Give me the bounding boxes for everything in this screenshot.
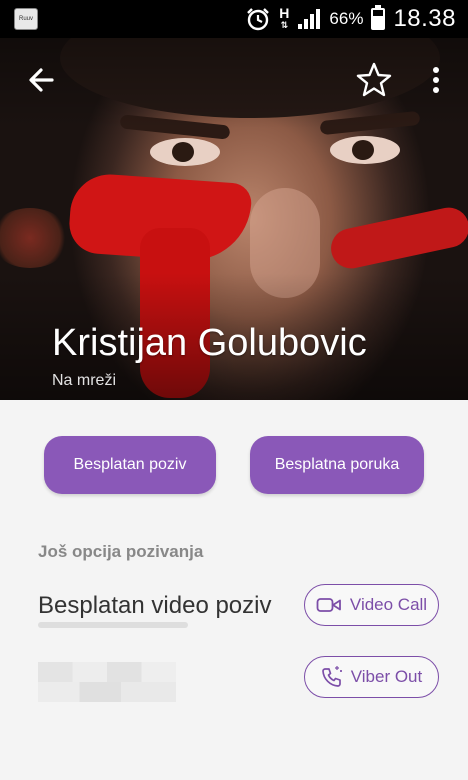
video-call-button[interactable]: Video Call	[304, 584, 439, 626]
app-notification-icon: Ruuv	[14, 8, 38, 30]
free-video-call-label: Besplatan video poziv	[38, 592, 272, 619]
video-call-label: Video Call	[349, 595, 428, 614]
alarm-icon	[247, 8, 270, 31]
contact-photo-header: Kristijan Golubovic Na mreži	[0, 38, 468, 400]
network-type: H ⇅	[279, 5, 290, 30]
free-message-button[interactable]: Besplatna poruka	[250, 436, 424, 494]
contact-details: Besplatan poziv Besplatna poruka Još opc…	[0, 400, 468, 780]
viber-out-label: Viber Out	[350, 667, 423, 686]
more-call-options-title: Još opcija pozivanja	[38, 542, 204, 561]
status-bar: Ruuv H ⇅ 66% 18.38	[0, 0, 468, 38]
free-call-button[interactable]: Besplatan poziv	[44, 436, 216, 494]
status-icons: H ⇅ 66% 18.38	[245, 0, 456, 38]
battery-icon	[371, 5, 386, 30]
battery-percent: 66%	[329, 9, 364, 28]
blurred-phone-number	[38, 662, 176, 702]
online-status: Na mreži	[52, 372, 117, 389]
more-options-icon[interactable]	[422, 60, 450, 100]
favorite-star-icon[interactable]	[352, 58, 396, 102]
clock: 18.38	[393, 5, 456, 32]
back-arrow-icon[interactable]	[22, 60, 62, 100]
signal-icon	[298, 9, 321, 29]
video-camera-icon	[316, 598, 341, 612]
contact-name: Kristijan Golubovic	[52, 322, 367, 364]
blurred-detail	[38, 622, 188, 628]
phone-icon	[321, 666, 342, 687]
viber-out-button[interactable]: Viber Out	[304, 656, 439, 698]
